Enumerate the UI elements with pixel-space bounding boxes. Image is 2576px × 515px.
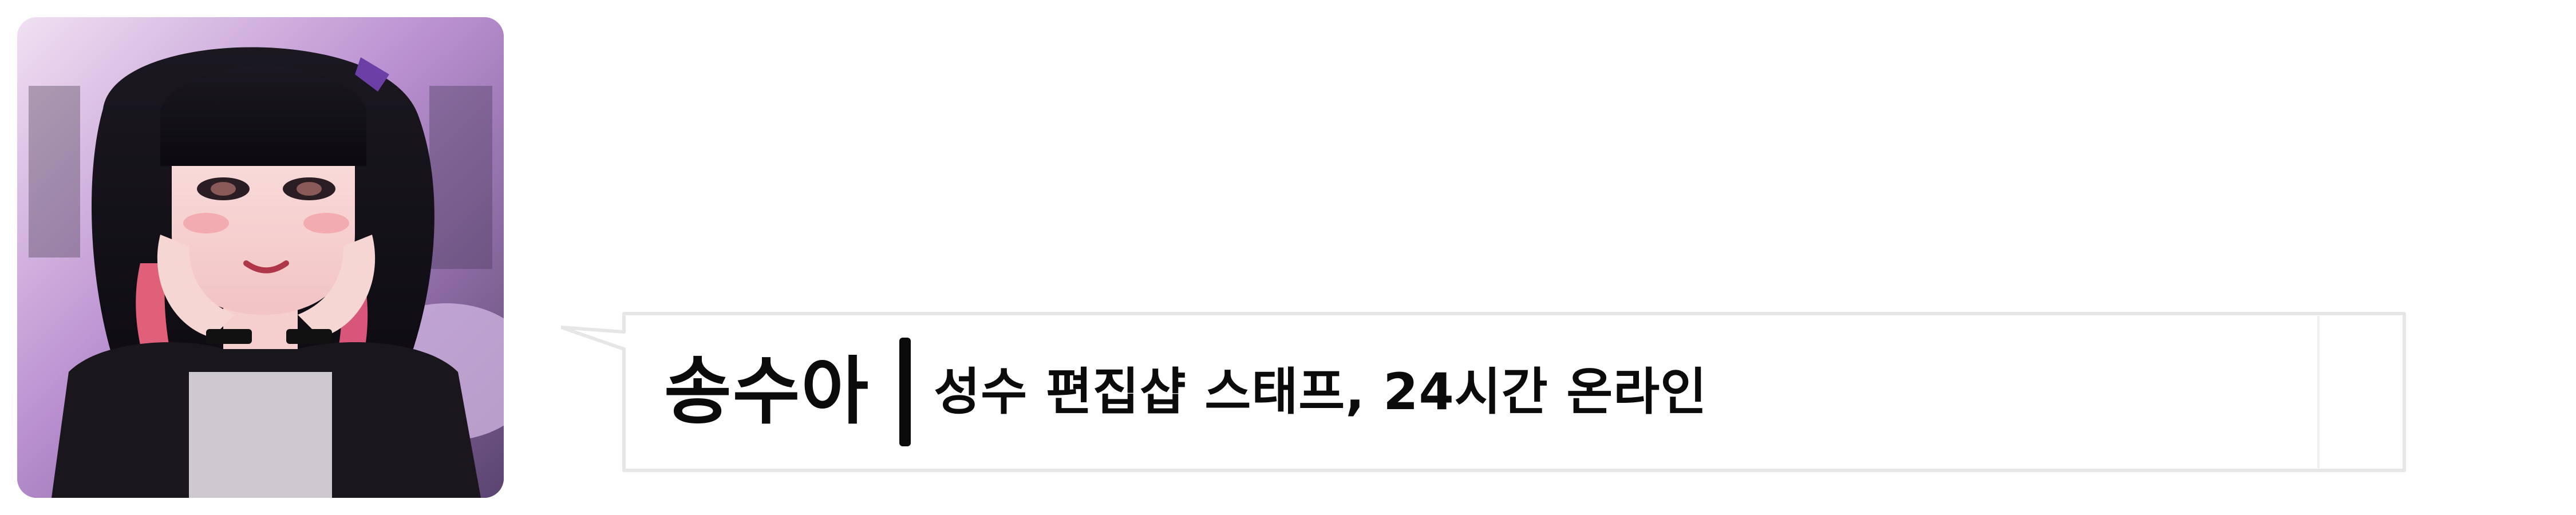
profile-status: 성수 편집샵 스태프, 24시간 온라인: [934, 362, 1708, 421]
name-divider: [899, 338, 911, 446]
avatar: [17, 17, 504, 498]
profile-name: 송수아: [664, 349, 870, 434]
avatar-illustration: [17, 17, 504, 498]
profile-bubble: 송수아 성수 편집샵 스태프, 24시간 온라인: [561, 309, 2416, 475]
bubble-content: 송수아 성수 편집샵 스태프, 24시간 온라인: [664, 309, 1707, 475]
